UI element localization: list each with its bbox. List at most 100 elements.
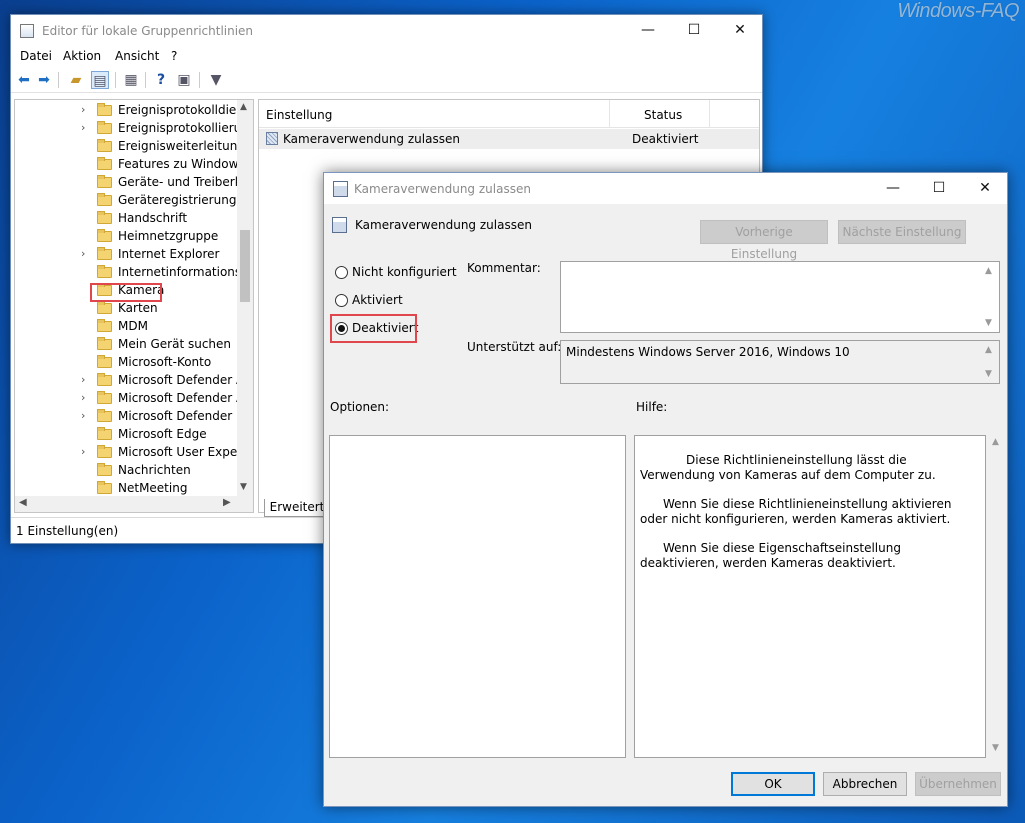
apply-button[interactable]: Übernehmen <box>915 772 1001 796</box>
tree-item[interactable]: Heimnetzgruppe <box>15 228 241 246</box>
menu-ansicht[interactable]: Ansicht <box>115 49 159 63</box>
policy-setting-icon <box>266 132 278 145</box>
tab-erweitert[interactable]: Erweitert <box>264 499 330 517</box>
help-book-icon[interactable]: ? <box>152 71 170 89</box>
row-status: Deaktiviert <box>632 132 699 146</box>
filter-icon[interactable]: ▼ <box>207 71 225 89</box>
tree-item[interactable]: › Internet Explorer <box>15 246 241 264</box>
maximize-button[interactable]: ☐ <box>671 15 717 45</box>
dialog-title: Kameraverwendung zulassen <box>354 182 531 196</box>
tree-item[interactable]: › Ereignisprotokollierung <box>15 120 241 138</box>
tree-item[interactable]: Nachrichten <box>15 462 241 480</box>
column-divider[interactable] <box>709 100 710 128</box>
tree-item[interactable]: › Microsoft User Experie <box>15 444 241 462</box>
chevron-right-icon[interactable]: › <box>81 247 85 260</box>
comment-scrollbar[interactable]: ▲ ▼ <box>982 262 999 332</box>
column-divider[interactable] <box>609 100 610 128</box>
tree-item[interactable]: Geräte- und Treiberkor <box>15 174 241 192</box>
scroll-thumb[interactable] <box>240 230 250 302</box>
radio-nicht-konfiguriert[interactable] <box>335 266 348 279</box>
tree-pane[interactable]: › Ereignisprotokolldienst › Ereignisprotoko… <box>14 99 254 513</box>
tree-item[interactable]: › Microsoft Defender Ex <box>15 408 241 426</box>
tree-item[interactable]: › Ereignisprotokolldienst <box>15 102 241 120</box>
tree-item[interactable]: Geräteregistrierung <box>15 192 241 210</box>
scroll-up-icon[interactable]: ▲ <box>992 437 999 447</box>
radio-label-aktiviert[interactable]: Aktiviert <box>352 293 403 307</box>
menu-help[interactable]: ? <box>171 49 177 63</box>
next-setting-button[interactable]: Nächste Einstellung <box>838 220 966 244</box>
export-list-icon[interactable]: ▦ <box>122 71 140 89</box>
tree-item[interactable]: Features zu Windows 1 <box>15 156 241 174</box>
policy-dialog: Kameraverwendung zulassen — ☐ ✕ Kamerave… <box>323 172 1008 807</box>
tree-item[interactable]: Mein Gerät suchen <box>15 336 241 354</box>
dialog-close-button[interactable]: ✕ <box>962 173 1008 203</box>
tree-item[interactable]: › Microsoft Defender An <box>15 372 241 390</box>
title-bar[interactable]: Editor für lokale Gruppenrichtlinien — ☐… <box>11 15 762 47</box>
menu-aktion[interactable]: Aktion <box>63 49 101 63</box>
column-einstellung[interactable]: Einstellung <box>266 108 332 122</box>
tree-item[interactable]: Microsoft Edge <box>15 426 241 444</box>
folder-icon <box>97 463 112 476</box>
chevron-right-icon[interactable]: › <box>81 391 85 404</box>
scroll-up-icon[interactable]: ▲ <box>985 266 992 276</box>
chevron-right-icon[interactable]: › <box>81 445 85 458</box>
deaktiviert-highlight-box <box>330 314 417 343</box>
toolbar-separator <box>145 72 146 88</box>
tree-item[interactable]: Microsoft-Konto <box>15 354 241 372</box>
radio-label-nicht-konfiguriert[interactable]: Nicht konfiguriert <box>352 265 457 279</box>
folder-icon <box>97 175 112 188</box>
chevron-right-icon[interactable]: › <box>81 103 85 116</box>
folder-icon <box>97 103 112 116</box>
chevron-right-icon[interactable]: › <box>81 409 85 422</box>
scroll-down-icon[interactable]: ▼ <box>992 743 999 753</box>
scroll-up-icon[interactable]: ▲ <box>985 345 992 355</box>
tree-item-label: Geräteregistrierung <box>118 193 237 207</box>
tree-item[interactable]: › Microsoft Defender Ap <box>15 390 241 408</box>
supported-on-field[interactable]: Mindestens Windows Server 2016, Windows … <box>560 340 1000 384</box>
tree-item[interactable]: Karten <box>15 300 241 318</box>
status-text: 1 Einstellung(en) <box>16 524 119 538</box>
tree-item[interactable]: MDM <box>15 318 241 336</box>
dialog-title-bar[interactable]: Kameraverwendung zulassen — ☐ ✕ <box>324 173 1007 204</box>
menu-datei[interactable]: Datei <box>20 49 52 63</box>
scroll-down-icon[interactable]: ▼ <box>240 482 247 492</box>
menu-bar: Datei Aktion Ansicht ? <box>11 47 762 67</box>
cancel-button[interactable]: Abbrechen <box>823 772 907 796</box>
scroll-left-icon[interactable]: ◀ <box>19 497 27 508</box>
scroll-up-icon[interactable]: ▲ <box>240 102 247 112</box>
comment-textarea[interactable]: ▲ ▼ <box>560 261 1000 333</box>
chevron-right-icon[interactable]: › <box>81 121 85 134</box>
chevron-right-icon[interactable]: › <box>81 373 85 386</box>
folder-icon <box>97 373 112 386</box>
tree-item-label: Microsoft Defender Ap <box>118 391 241 405</box>
tree-vertical-scrollbar[interactable]: ▲ ▼ <box>237 100 253 496</box>
show-tree-icon[interactable]: ▤ <box>91 71 109 89</box>
supported-scrollbar[interactable]: ▲ ▼ <box>982 341 999 383</box>
tree-item-label: Mein Gerät suchen <box>118 337 232 351</box>
tree-item[interactable]: Internetinformationsdi <box>15 264 241 282</box>
help-paragraph: Diese Richtlinieneinstellung lässt die V… <box>640 453 936 482</box>
back-arrow-icon[interactable]: ⬅ <box>15 71 33 89</box>
tree-item-label: Ereignisweiterleitung <box>118 139 241 153</box>
forward-arrow-icon[interactable]: ➡ <box>35 71 53 89</box>
tree-item[interactable]: Handschrift <box>15 210 241 228</box>
ok-button[interactable]: OK <box>731 772 815 796</box>
tree-item[interactable]: Ereignisweiterleitung <box>15 138 241 156</box>
scroll-down-icon[interactable]: ▼ <box>985 369 992 379</box>
tree-item-label: Heimnetzgruppe <box>118 229 219 243</box>
scroll-down-icon[interactable]: ▼ <box>985 318 992 328</box>
scroll-right-icon[interactable]: ▶ <box>223 497 231 508</box>
tree-horizontal-scrollbar[interactable]: ◀ ▶ <box>15 496 253 512</box>
radio-aktiviert[interactable] <box>335 294 348 307</box>
close-button[interactable]: ✕ <box>717 15 763 45</box>
table-row[interactable]: Kameraverwendung zulassen Deaktiviert <box>259 129 759 149</box>
column-status[interactable]: Status <box>644 108 682 122</box>
properties-icon[interactable]: ▣ <box>175 71 193 89</box>
previous-setting-button[interactable]: Vorherige Einstellung <box>700 220 828 261</box>
help-scrollbar[interactable]: ▲ ▼ <box>988 435 1005 758</box>
gpedit-app-icon <box>20 24 34 38</box>
folder-up-icon[interactable]: ▰ <box>67 71 85 89</box>
minimize-button[interactable]: — <box>625 15 671 45</box>
dialog-maximize-button[interactable]: ☐ <box>916 173 962 203</box>
dialog-minimize-button[interactable]: — <box>870 173 916 203</box>
